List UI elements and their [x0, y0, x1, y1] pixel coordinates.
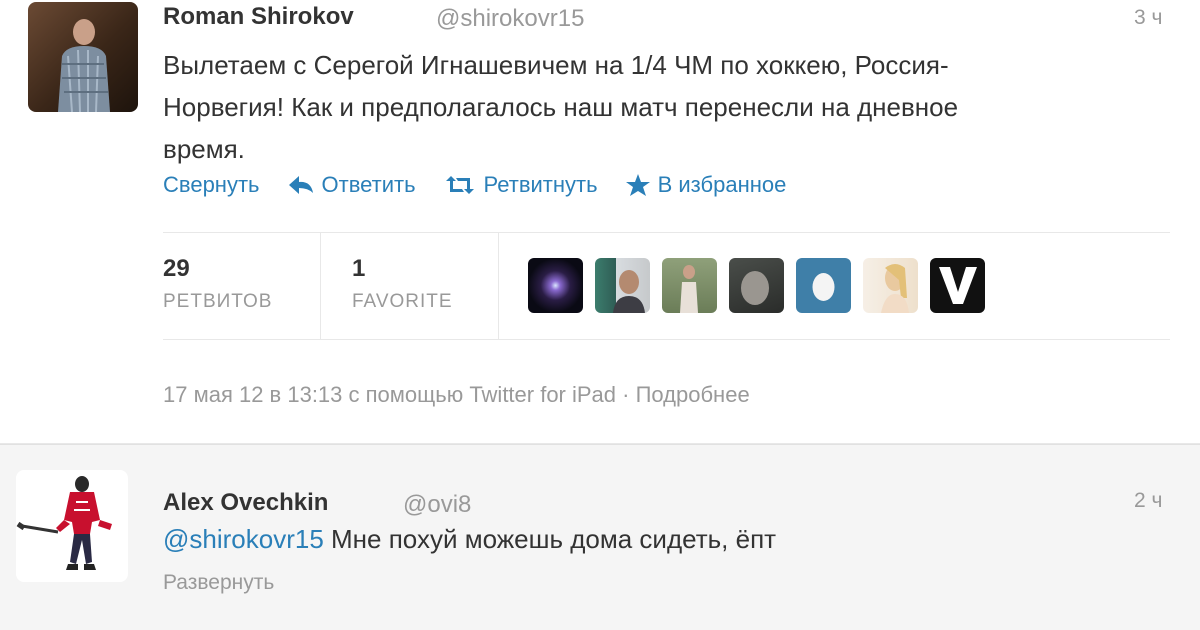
retweeter-avatar[interactable]	[595, 258, 650, 313]
person-silhouette-icon	[613, 270, 645, 313]
tweet-text: Вылетаем с Серегой Игнашевичем на 1/4 ЧМ…	[163, 44, 1183, 170]
tweet-text: @shirokovr15 Мне похуй можешь дома сидет…	[163, 524, 776, 555]
author-name[interactable]: Alex Ovechkin	[163, 489, 328, 517]
favorite-label: В избранное	[657, 172, 787, 197]
retweeter-avatar[interactable]	[528, 258, 583, 313]
retweeter-avatar[interactable]	[662, 258, 717, 313]
author-handle[interactable]: @shirokovr15	[436, 5, 584, 33]
tweet-time[interactable]: 2 ч	[1134, 489, 1162, 513]
stats-divider-top	[163, 232, 1170, 233]
egg-icon	[812, 273, 835, 301]
expand-link[interactable]: Развернуть	[163, 571, 274, 595]
reply-button[interactable]: Ответить	[288, 172, 416, 198]
avatar-roman-shirokov[interactable]	[28, 2, 138, 112]
stats-divider	[320, 232, 321, 339]
retweet-label: Ретвитнуть	[483, 172, 598, 197]
retweeter-avatar[interactable]	[863, 258, 918, 313]
person-silhouette-icon	[680, 265, 698, 313]
retweeter-avatar[interactable]	[930, 258, 985, 313]
tweet-actions: Свернуть Ответить Ретвитнуть В избранное	[163, 170, 814, 200]
author-handle[interactable]: @ovi8	[403, 491, 471, 519]
retweets-count[interactable]: 29	[163, 255, 190, 283]
star-icon	[625, 174, 650, 196]
retweet-icon	[445, 176, 474, 194]
retweet-button[interactable]: Ретвитнуть	[444, 172, 598, 198]
favorite-button[interactable]: В избранное	[625, 172, 787, 198]
tweet-text-line: время.	[163, 134, 245, 164]
stats-divider	[498, 232, 499, 339]
favorites-label[interactable]: FAVORITE	[352, 291, 453, 313]
collapse-link[interactable]: Свернуть	[163, 172, 260, 198]
hockey-player-icon	[16, 476, 112, 570]
retweets-label[interactable]: РЕТВИТОВ	[163, 291, 273, 313]
tweet-expanded: Roman Shirokov @shirokovr15 3 ч Вылетаем…	[0, 0, 1200, 444]
tweet-time[interactable]: 3 ч	[1134, 6, 1162, 30]
tweet-text-body: Мне похуй можешь дома сидеть, ёпт	[323, 524, 777, 554]
favorites-count[interactable]: 1	[352, 255, 365, 283]
tweet-text-line: Норвегия! Как и предполагалось наш матч …	[163, 92, 959, 122]
person-silhouette-icon	[881, 264, 909, 313]
v-logo-icon	[939, 267, 977, 304]
retweeter-avatars	[528, 258, 997, 313]
stats-divider-bottom	[163, 339, 1170, 340]
tweet-meta[interactable]: 17 мая 12 в 13:13 с помощью Twitter for …	[163, 382, 750, 408]
author-name[interactable]: Roman Shirokov	[163, 3, 354, 31]
collapse-label: Свернуть	[163, 172, 260, 197]
retweeter-avatar[interactable]	[729, 258, 784, 313]
reply-label: Ответить	[321, 172, 416, 197]
tweet-text-line: Вылетаем с Серегой Игнашевичем на 1/4 ЧМ…	[163, 50, 949, 80]
retweeter-avatar[interactable]	[796, 258, 851, 313]
reply-arrow-icon	[288, 176, 313, 194]
avatar-alex-ovechkin[interactable]	[16, 470, 128, 582]
mention-link[interactable]: @shirokovr15	[163, 524, 324, 554]
person-silhouette-icon	[58, 19, 110, 112]
person-silhouette-icon	[741, 271, 769, 305]
